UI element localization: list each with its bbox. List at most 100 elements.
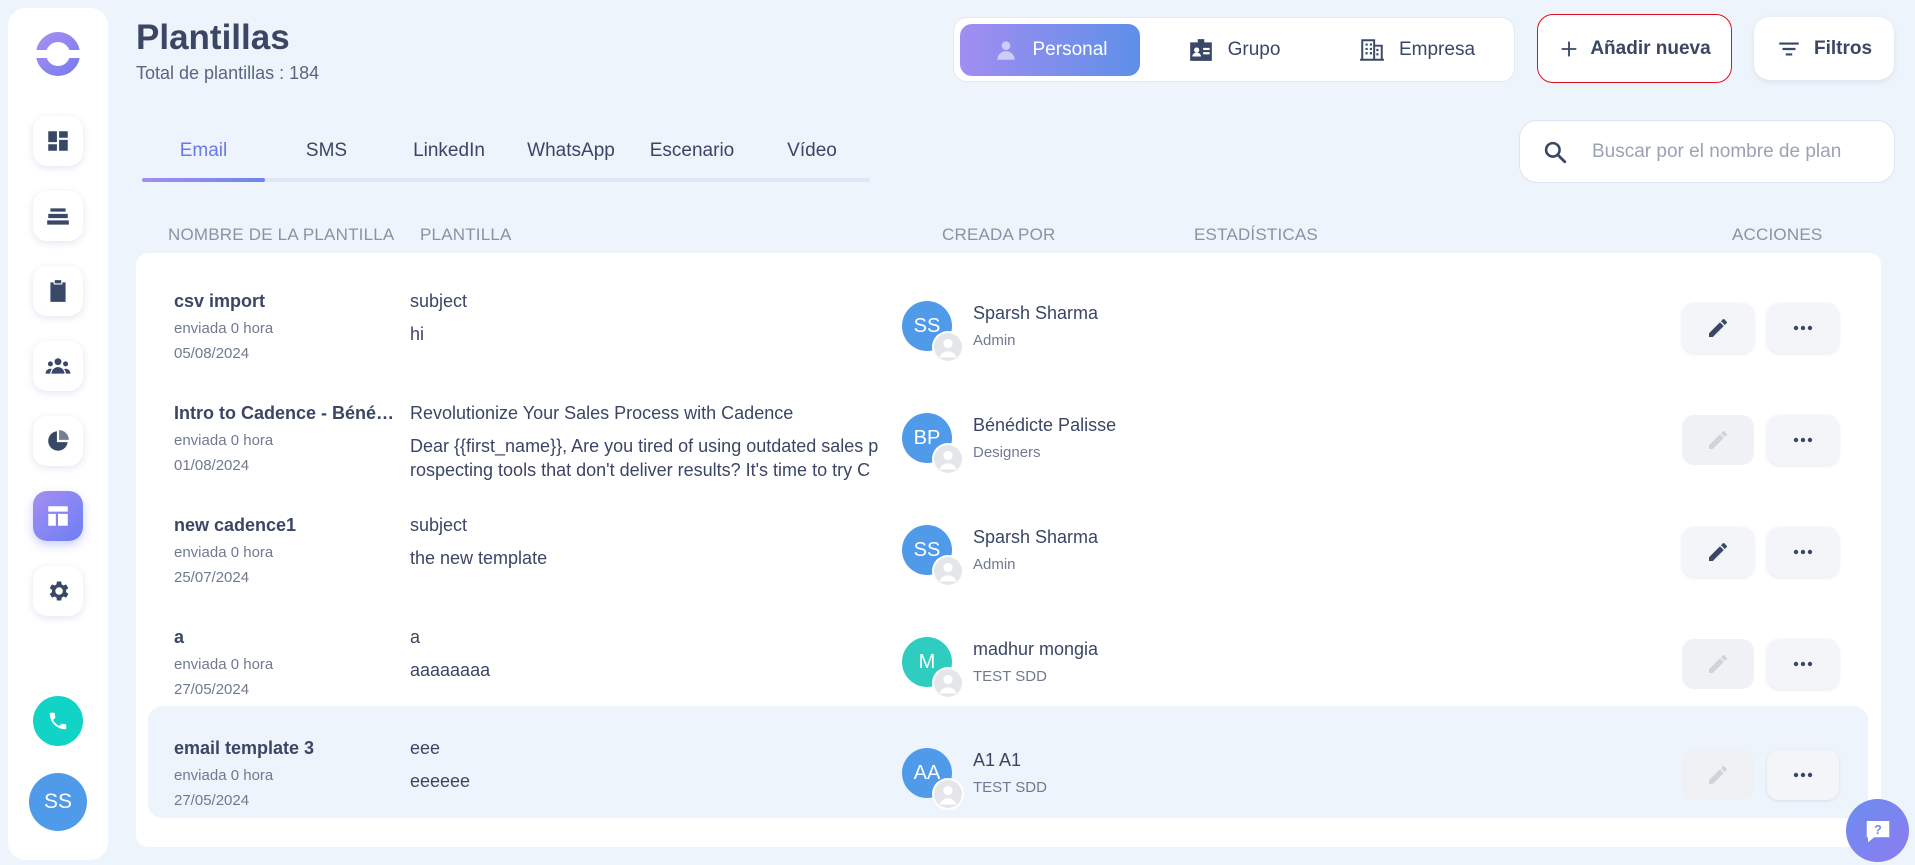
search-icon <box>1544 141 1567 163</box>
channel-tabs: Email SMS LinkedIn WhatsApp Escenario Ví… <box>142 130 870 182</box>
filters-label: Filtros <box>1813 37 1873 59</box>
analytics-icon <box>48 430 69 451</box>
edit-button <box>1682 415 1754 465</box>
edit-button[interactable] <box>1682 303 1754 353</box>
scope-personal[interactable]: Personal <box>960 24 1140 76</box>
template-body: the new template <box>410 548 548 568</box>
user-avatar[interactable]: SS <box>29 773 87 831</box>
template-subject: subject <box>410 515 468 535</box>
user-placeholder-icon <box>934 557 962 585</box>
column-header-actions: ACCIONES <box>1732 225 1823 244</box>
plus-icon <box>1561 41 1577 56</box>
template-name[interactable]: email template 3 <box>174 738 396 759</box>
svg-text:?: ? <box>1874 823 1882 837</box>
scope-company[interactable]: Empresa <box>1332 24 1502 76</box>
creator-badge <box>932 443 964 475</box>
more-options-button[interactable] <box>1767 639 1839 689</box>
user-placeholder-icon <box>934 669 962 697</box>
edit-button <box>1682 750 1754 800</box>
id-card-icon <box>1189 39 1212 61</box>
dashboard-icon <box>48 131 68 151</box>
template-date: 05/08/2024 <box>174 345 250 362</box>
creator-name: Sparsh Sharma <box>973 303 1099 323</box>
help-button[interactable]: ? <box>1846 799 1909 862</box>
template-body: aaaaaaaa <box>410 660 491 680</box>
more-icon <box>1793 772 1813 778</box>
search-input[interactable] <box>1592 140 1882 163</box>
scope-label: Personal <box>1032 39 1108 60</box>
nav-settings[interactable] <box>33 566 83 616</box>
more-icon <box>1793 549 1813 555</box>
table-row[interactable]: csv import enviada 0 hora 05/08/2024 subjec… <box>148 259 1868 371</box>
creator-name: Bénédicte Palisse <box>973 415 1117 435</box>
more-options-button[interactable] <box>1767 750 1839 800</box>
scope-label: Empresa <box>1398 39 1476 60</box>
more-options-button[interactable] <box>1767 527 1839 577</box>
template-date: 01/08/2024 <box>174 457 250 474</box>
page-title: Plantillas <box>136 18 290 57</box>
templates-icon <box>48 506 68 526</box>
template-subject: a <box>410 627 421 647</box>
table-row[interactable]: a enviada 0 hora 27/05/2024 a aaaaaaaa Mmadhu… <box>148 595 1868 707</box>
creator-name: A1 A1 <box>973 750 1022 770</box>
logo-icon <box>34 32 82 76</box>
sent-info: enviada 0 hora <box>174 432 274 449</box>
nav-templates[interactable] <box>33 491 83 541</box>
phone-button[interactable] <box>33 696 83 746</box>
user-placeholder-icon <box>934 780 962 808</box>
people-icon <box>45 358 71 374</box>
add-new-button[interactable]: Añadir nueva <box>1537 14 1732 83</box>
person-icon <box>996 41 1015 60</box>
template-name[interactable]: Intro to Cadence - Bénédicte Palisse <box>174 403 396 424</box>
add-new-label: Añadir nueva <box>1590 37 1711 59</box>
user-placeholder-icon <box>934 445 962 473</box>
creator-badge <box>932 331 964 363</box>
creator-badge <box>932 555 964 587</box>
tab-sms[interactable]: SMS <box>265 140 388 162</box>
nav-cadences[interactable] <box>33 191 83 241</box>
template-date: 27/05/2024 <box>174 681 250 698</box>
search-box <box>1519 120 1895 183</box>
edit-button <box>1682 639 1754 689</box>
tab-whatsapp[interactable]: WhatsApp <box>510 140 632 162</box>
tab-linkedin[interactable]: LinkedIn <box>388 140 510 162</box>
template-subject: subject <box>410 291 468 311</box>
tab-video[interactable]: Vídeo <box>752 140 872 162</box>
more-options-button[interactable] <box>1767 303 1839 353</box>
edit-icon <box>1709 543 1727 561</box>
creator-role: TEST SDD <box>973 779 1047 796</box>
tab-scenario[interactable]: Escenario <box>632 140 752 162</box>
settings-icon <box>49 581 69 601</box>
table-row[interactable]: Intro to Cadence - Bénédicte Palisse envi… <box>148 371 1868 483</box>
sent-info: enviada 0 hora <box>174 656 274 673</box>
scope-toggle: Personal Grupo Empresa <box>953 17 1515 82</box>
creator-role: Admin <box>973 332 1016 349</box>
nav-tasks[interactable] <box>33 266 83 316</box>
table-row[interactable]: email template 3 enviada 0 hora 27/05/2024… <box>148 706 1868 818</box>
template-name[interactable]: a <box>174 627 396 648</box>
tab-email[interactable]: Email <box>142 140 265 162</box>
creator-badge <box>932 778 964 810</box>
nav-dashboard[interactable] <box>33 116 83 166</box>
template-name[interactable]: csv import <box>174 291 396 312</box>
filters-button[interactable]: Filtros <box>1754 17 1894 80</box>
scope-label: Grupo <box>1227 39 1281 60</box>
sidebar: SS <box>8 8 108 860</box>
more-icon <box>1793 437 1813 443</box>
template-body: hi <box>410 324 425 344</box>
template-name[interactable]: new cadence1 <box>174 515 396 536</box>
creator-badge <box>932 667 964 699</box>
edit-icon <box>1709 655 1727 673</box>
more-options-button[interactable] <box>1767 415 1839 465</box>
nav-people[interactable] <box>33 341 83 391</box>
template-date: 27/05/2024 <box>174 792 250 809</box>
column-header-created-by: CREADA POR <box>942 225 1056 244</box>
help-chat-icon: ? <box>1866 820 1889 842</box>
edit-button[interactable] <box>1682 527 1754 577</box>
filter-icon <box>1779 42 1799 55</box>
table-row[interactable]: new cadence1 enviada 0 hora 25/07/2024 subj… <box>148 483 1868 595</box>
scope-group[interactable]: Grupo <box>1154 24 1314 76</box>
user-placeholder-icon <box>934 333 962 361</box>
nav-analytics[interactable] <box>33 416 83 466</box>
cadences-icon <box>47 208 69 225</box>
